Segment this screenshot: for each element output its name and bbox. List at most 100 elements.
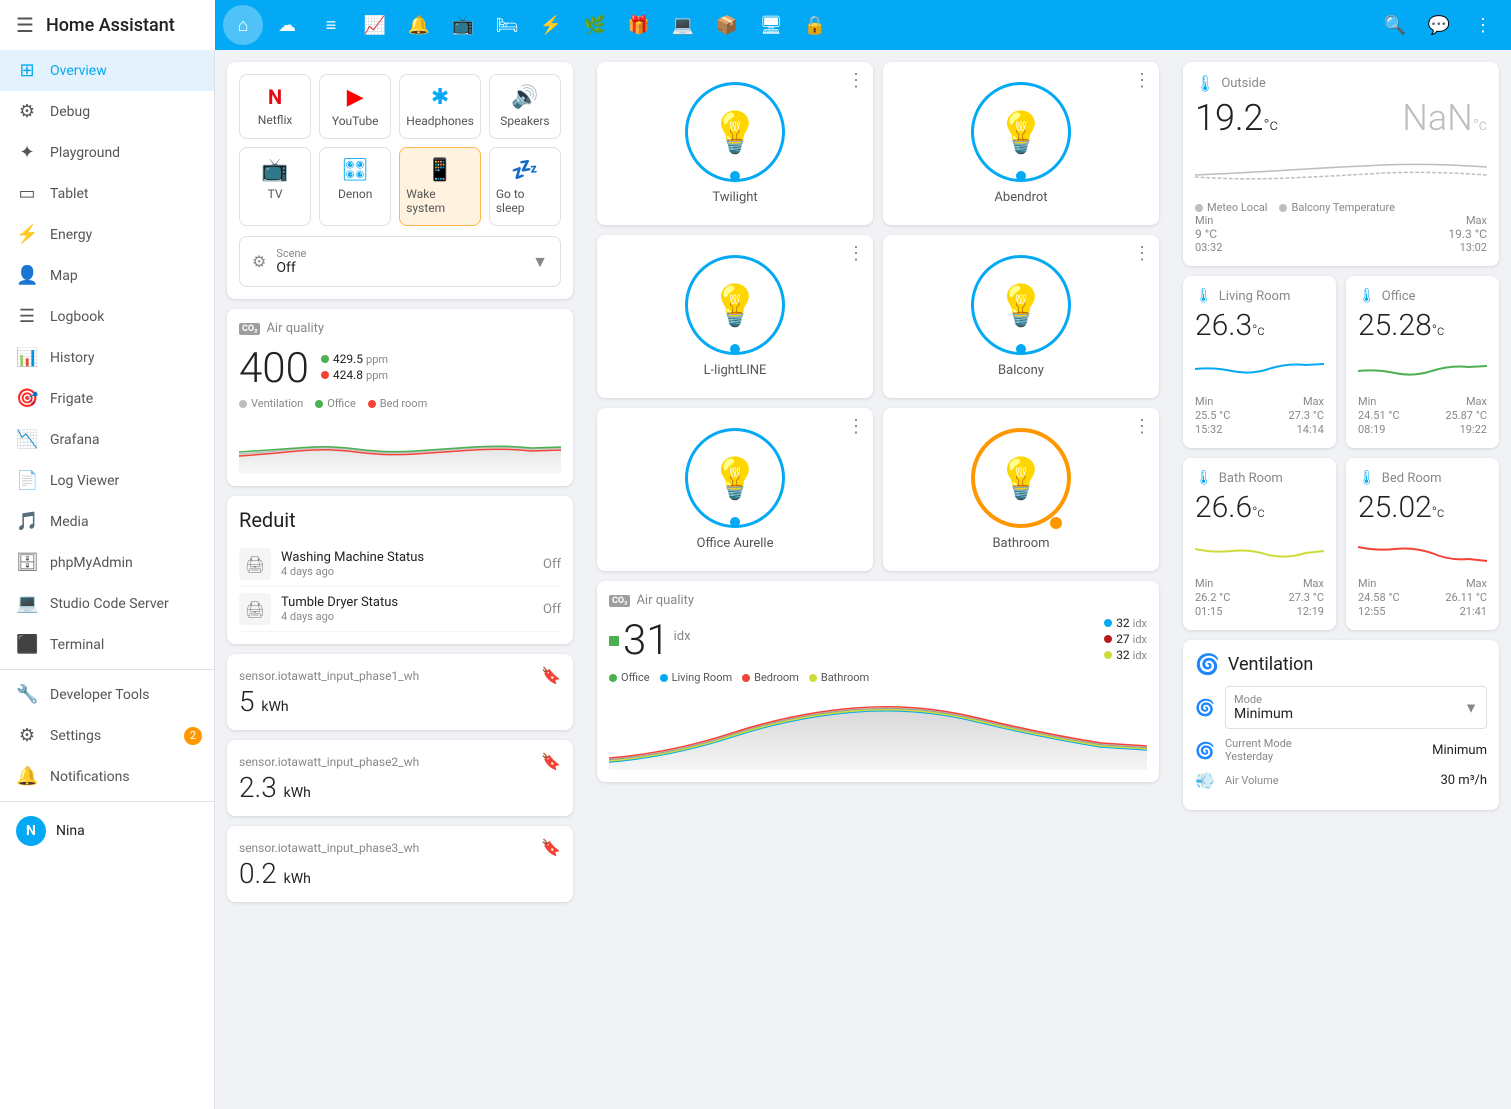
sleep-button[interactable]: 💤 Go to sleep <box>489 147 561 226</box>
sidebar: ⊞ Overview ⚙ Debug ✦ Playground ▭ Tablet… <box>0 50 215 1109</box>
headphones-button[interactable]: ✱ Headphones <box>399 74 481 139</box>
sidebar-item-notifications[interactable]: 🔔 Notifications <box>0 756 214 797</box>
hamburger-menu-icon[interactable]: ☰ <box>16 13 34 37</box>
sidebar-item-map[interactable]: 👤 Map <box>0 255 214 296</box>
terminal-icon: ⬛ <box>16 634 38 655</box>
scene-dropdown-icon[interactable]: ▼ <box>532 252 548 272</box>
bathroom-menu-icon[interactable]: ⋮ <box>1133 416 1151 437</box>
twilight-ring[interactable]: 💡 <box>685 82 785 182</box>
overview-icon: ⊞ <box>16 60 38 81</box>
sidebar-label-overview: Overview <box>50 63 107 79</box>
nav-chart-icon[interactable]: 📈 <box>355 5 395 45</box>
light-office-aurelle-card: ⋮ 💡 Office Aurelle <box>597 408 873 571</box>
sidebar-item-phpmyadmin[interactable]: 🗄 phpMyAdmin <box>0 542 214 583</box>
sensor-phase1-bookmark-icon[interactable]: 🔖 <box>541 666 561 685</box>
user-profile-item[interactable]: N Nina <box>0 806 214 856</box>
sidebar-label-settings: Settings <box>50 728 101 744</box>
bedroom-min-label: Min <box>1358 577 1400 590</box>
sidebar-item-media[interactable]: 🎵 Media <box>0 501 214 542</box>
aq-center-value-row: 31 idx <box>609 616 691 665</box>
abendrot-menu-icon[interactable]: ⋮ <box>1133 70 1151 91</box>
wake-system-button[interactable]: 📱 Wake system <box>399 147 481 226</box>
youtube-button[interactable]: ▶ YouTube <box>319 74 391 139</box>
sidebar-item-grafana[interactable]: 📉 Grafana <box>0 419 214 460</box>
tv-button[interactable]: 📺 TV <box>239 147 311 226</box>
outside-min-col: Min 9 °C 03:32 <box>1195 214 1339 254</box>
nav-package-icon[interactable]: 📦 <box>707 5 747 45</box>
nav-gift-icon[interactable]: 🎁 <box>619 5 659 45</box>
sidebar-item-studio-code[interactable]: 💻 Studio Code Server <box>0 583 214 624</box>
washing-machine-time: 4 days ago <box>281 565 533 578</box>
bathroom-body: 💡 Bathroom <box>893 418 1149 561</box>
aq-center-co2-icon: CO₂ <box>609 595 630 607</box>
youtube-icon: ▶ <box>347 85 364 110</box>
bathroom-temp-value: 26.6°c <box>1195 490 1324 525</box>
sidebar-item-terminal[interactable]: ⬛ Terminal <box>0 624 214 665</box>
sidebar-item-tablet[interactable]: ▭ Tablet <box>0 173 214 214</box>
chat-icon[interactable]: 💬 <box>1419 5 1459 45</box>
nav-bell-icon[interactable]: 🔔 <box>399 5 439 45</box>
office-aurelle-body: 💡 Office Aurelle <box>607 418 863 561</box>
bedroom-max-label: Max <box>1445 577 1487 590</box>
bathroom-ring[interactable]: 💡 <box>971 428 1071 528</box>
aq-center-value: 31 <box>623 616 670 665</box>
sidebar-item-settings[interactable]: ⚙ Settings 2 <box>0 715 214 756</box>
living-room-title-row: 🌡 Living Room <box>1195 288 1324 304</box>
nav-lock-icon[interactable]: 🔒 <box>795 5 835 45</box>
outside-max-label: Max <box>1343 214 1487 227</box>
ventilation-current-mode-item: 🌀 Current Mode Yesterday Minimum <box>1195 737 1487 763</box>
nav-leaf-icon[interactable]: 🌿 <box>575 5 615 45</box>
nav-monitor-icon[interactable]: 💻 <box>663 5 703 45</box>
speakers-button[interactable]: 🔊 Speakers <box>489 74 561 139</box>
legend-living-center-label: Living Room <box>672 671 733 684</box>
balcony-ring[interactable]: 💡 <box>971 255 1071 355</box>
air-quality-left-card: CO₂ Air quality 400 429.5 ppm 424.8 ppm <box>227 309 573 486</box>
twilight-menu-icon[interactable]: ⋮ <box>847 70 865 91</box>
denon-button[interactable]: 🎛 Denon <box>319 147 391 226</box>
sidebar-item-log-viewer[interactable]: 📄 Log Viewer <box>0 460 214 501</box>
scene-value: Off <box>276 260 522 276</box>
nav-bed-icon[interactable]: 🛏 <box>487 5 527 45</box>
balcony-menu-icon[interactable]: ⋮ <box>1133 243 1151 264</box>
llightline-ring[interactable]: 💡 <box>685 255 785 355</box>
sidebar-item-developer-tools[interactable]: 🔧 Developer Tools <box>0 674 214 715</box>
scene-selector[interactable]: ⚙ Scene Off ▼ <box>239 236 561 287</box>
ventilation-mode-selector[interactable]: Mode Minimum ▼ <box>1225 686 1487 729</box>
sidebar-item-overview[interactable]: ⊞ Overview <box>0 50 214 91</box>
aq-left-readings: 429.5 ppm 424.8 ppm <box>321 352 388 382</box>
twilight-dot <box>730 171 740 181</box>
ventilation-air-volume-label: Air Volume <box>1225 774 1279 787</box>
nav-server-icon[interactable]: 🖥 <box>751 5 791 45</box>
sensor-phase2-bookmark-icon[interactable]: 🔖 <box>541 752 561 771</box>
outside-value2: NaN°c <box>1402 97 1487 139</box>
bedroom-temp-unit: °c <box>1432 505 1445 521</box>
scene-label: Scene <box>276 247 522 260</box>
sidebar-item-debug[interactable]: ⚙ Debug <box>0 91 214 132</box>
nav-lightning-icon[interactable]: ⚡ <box>531 5 571 45</box>
more-options-icon[interactable]: ⋮ <box>1463 5 1503 45</box>
sidebar-item-history[interactable]: 📊 History <box>0 337 214 378</box>
bathroom-min-col: Min 26.2 °C 01:15 <box>1195 577 1230 618</box>
office-aurelle-menu-icon[interactable]: ⋮ <box>847 416 865 437</box>
balcony-body: 💡 Balcony <box>893 245 1149 388</box>
netflix-button[interactable]: N Netflix <box>239 74 311 139</box>
office-max-value: 25.87 °C <box>1445 409 1487 422</box>
sensor-phase1-value: 5 kWh <box>239 685 561 718</box>
sidebar-item-frigate[interactable]: 🎯 Frigate <box>0 378 214 419</box>
living-room-max-col: Max 27.3 °C 14:14 <box>1289 395 1324 436</box>
nav-home-icon[interactable]: ⌂ <box>223 5 263 45</box>
search-icon[interactable]: 🔍 <box>1375 5 1415 45</box>
abendrot-ring[interactable]: 💡 <box>971 82 1071 182</box>
sidebar-item-logbook[interactable]: ☰ Logbook <box>0 296 214 337</box>
sidebar-item-playground[interactable]: ✦ Playground <box>0 132 214 173</box>
living-room-max-value: 27.3 °C <box>1289 409 1324 422</box>
sidebar-item-energy[interactable]: ⚡ Energy <box>0 214 214 255</box>
office-aurelle-ring[interactable]: 💡 <box>685 428 785 528</box>
nav-climate-icon[interactable]: ☁ <box>267 5 307 45</box>
outside-min-label: Min <box>1195 214 1339 227</box>
nav-sliders-icon[interactable]: ≡ <box>311 5 351 45</box>
aq-reading-1-value: 429.5 ppm <box>333 352 388 366</box>
nav-tv-icon[interactable]: 📺 <box>443 5 483 45</box>
llightline-menu-icon[interactable]: ⋮ <box>847 243 865 264</box>
sensor-phase3-bookmark-icon[interactable]: 🔖 <box>541 838 561 857</box>
